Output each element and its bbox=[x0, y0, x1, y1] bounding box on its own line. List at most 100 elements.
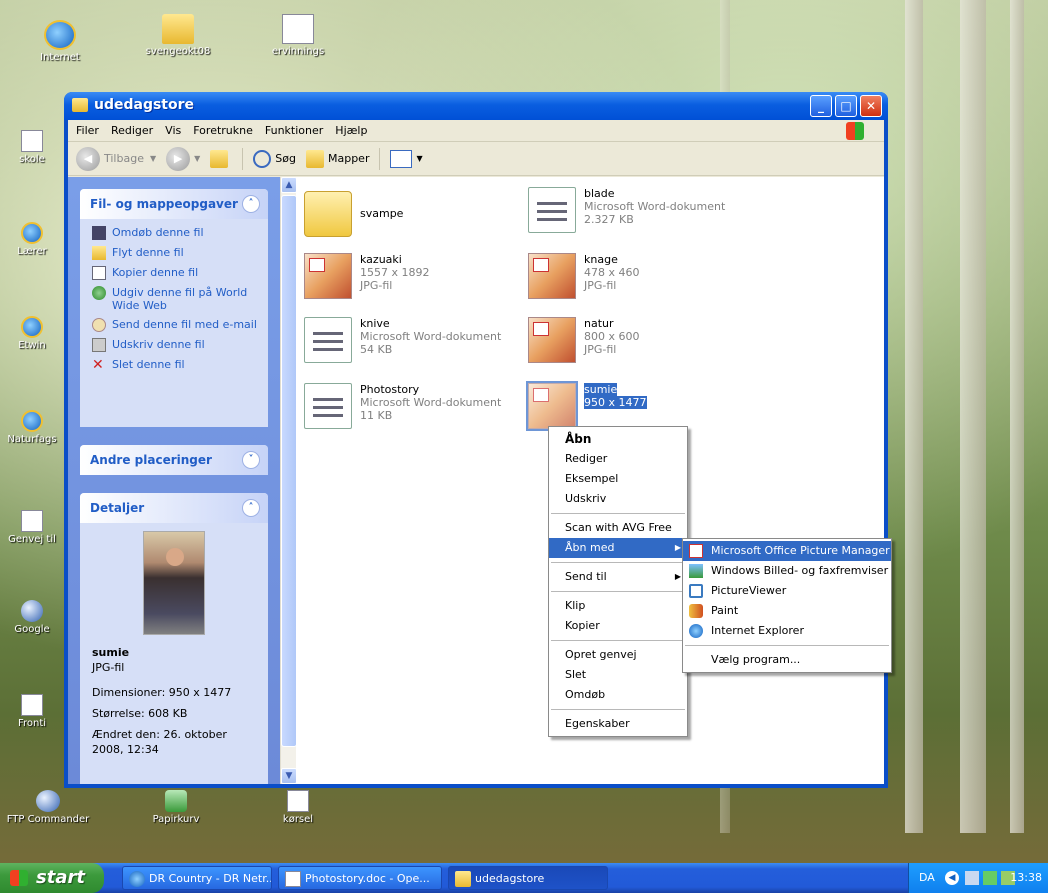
task-move[interactable]: Flyt denne fil bbox=[80, 243, 268, 263]
submenu-item-windows-viewer[interactable]: Windows Billed- og faxfremviser bbox=[683, 561, 891, 581]
file-item-selected[interactable]: sumie 950 x 1477 bbox=[526, 381, 647, 431]
scroll-thumb[interactable] bbox=[281, 195, 297, 747]
menu-item-send-to[interactable]: Send til ▶ bbox=[549, 567, 687, 587]
taskbar-item-photostory[interactable]: Photostory.doc - Ope... bbox=[278, 866, 442, 890]
toolbar-separator bbox=[242, 147, 244, 170]
content-area: Fil- og mappeopgaver ˄ Omdøb denne fil F… bbox=[68, 177, 884, 784]
menu-item-print[interactable]: Udskriv bbox=[549, 489, 687, 509]
submenu-arrow-icon: ▶ bbox=[674, 543, 681, 552]
views-button[interactable]: ▼ bbox=[390, 149, 423, 168]
maximize-button[interactable]: □ bbox=[835, 95, 857, 117]
submenu-item-choose-program[interactable]: Vælg program... bbox=[683, 650, 891, 670]
up-button[interactable] bbox=[210, 149, 232, 168]
desktop-icon-korsel[interactable]: kørsel bbox=[262, 790, 334, 825]
file-item[interactable]: svampe bbox=[304, 191, 403, 237]
submenu-item-pictureviewer[interactable]: PictureViewer bbox=[683, 581, 891, 601]
menu-item-delete[interactable]: Slet bbox=[549, 665, 687, 685]
taskbar-item-dr-country[interactable]: DR Country - DR Netr... bbox=[122, 866, 272, 890]
word-document-icon bbox=[528, 187, 576, 233]
file-name: blade bbox=[584, 187, 615, 200]
collapse-icon[interactable]: ˄ bbox=[242, 499, 260, 517]
menu-item-edit[interactable]: Rediger bbox=[549, 449, 687, 469]
file-name: svampe bbox=[360, 207, 404, 220]
menu-item-copy[interactable]: Kopier bbox=[549, 616, 687, 636]
start-button[interactable]: start bbox=[0, 863, 104, 893]
tray-app-icon[interactable] bbox=[965, 871, 979, 885]
desktop-icon-naturfag[interactable]: Naturfags bbox=[2, 410, 62, 445]
menu-item-scan-avg[interactable]: Scan with AVG Free bbox=[549, 518, 687, 538]
menu-funktioner[interactable]: Funktioner bbox=[265, 124, 323, 137]
desktop-icon-ftp-commander[interactable]: FTP Commander bbox=[6, 790, 90, 825]
file-item[interactable]: natur 800 x 600 JPG-fil bbox=[528, 317, 640, 363]
desktop-icon-laerer[interactable]: Lærer bbox=[2, 222, 62, 257]
minimize-button[interactable]: _ bbox=[810, 95, 832, 117]
task-rename[interactable]: Omdøb denne fil bbox=[80, 223, 268, 243]
desktop-icon-folder[interactable]: svengeokt08 bbox=[142, 14, 214, 57]
taskbar-item-udedagstore[interactable]: udedagstore bbox=[448, 866, 608, 890]
scroll-up-button[interactable]: ▲ bbox=[281, 177, 297, 193]
menu-item-open-with[interactable]: Åbn med ▶ bbox=[549, 538, 687, 558]
folders-button[interactable]: Mapper bbox=[305, 149, 369, 168]
clock[interactable]: 13:38 bbox=[1010, 863, 1042, 893]
close-button[interactable]: ✕ bbox=[860, 95, 882, 117]
menu-item-cut[interactable]: Klip bbox=[549, 596, 687, 616]
desktop-icon-google[interactable]: Google bbox=[2, 600, 62, 635]
folder-icon bbox=[72, 98, 88, 112]
back-arrow-icon: ◀ bbox=[76, 146, 100, 171]
pictureviewer-icon bbox=[689, 584, 703, 598]
desktop-icon-etwin[interactable]: Etwin bbox=[2, 316, 62, 351]
details-header[interactable]: Detaljer ˄ bbox=[80, 493, 268, 523]
task-print[interactable]: Udskriv denne fil bbox=[80, 335, 268, 355]
task-publish[interactable]: Udgiv denne fil på World Wide Web bbox=[80, 283, 268, 315]
task-pane: Fil- og mappeopgaver ˄ Omdøb denne fil F… bbox=[68, 177, 280, 784]
desktop-icon-skole[interactable]: skole bbox=[2, 130, 62, 165]
menu-vis[interactable]: Vis bbox=[165, 124, 181, 137]
file-item[interactable]: Photostory Microsoft Word-dokument 11 KB bbox=[304, 383, 501, 429]
file-tasks-header[interactable]: Fil- og mappeopgaver ˄ bbox=[80, 189, 268, 219]
expand-icon[interactable]: ˅ bbox=[242, 451, 260, 469]
task-delete[interactable]: ✕ Slet denne fil bbox=[80, 355, 268, 375]
file-item[interactable]: knive Microsoft Word-dokument 54 KB bbox=[304, 317, 501, 363]
menu-item-rename[interactable]: Omdøb bbox=[549, 685, 687, 705]
vertical-scrollbar[interactable]: ▲ ▼ bbox=[280, 177, 297, 784]
task-copy[interactable]: Kopier denne fil bbox=[80, 263, 268, 283]
context-menu: Åbn Rediger Eksempel Udskriv Scan with A… bbox=[548, 426, 688, 737]
chevron-left-icon[interactable]: ◀ bbox=[945, 871, 959, 885]
desktop-icon-document[interactable]: ervinnings bbox=[262, 14, 334, 57]
scroll-down-button[interactable]: ▼ bbox=[281, 768, 297, 784]
file-item[interactable]: kazuaki 1557 x 1892 JPG-fil bbox=[304, 253, 430, 299]
menu-item-preview[interactable]: Eksempel bbox=[549, 469, 687, 489]
folder-icon bbox=[162, 14, 194, 44]
menu-foretrukne[interactable]: Foretrukne bbox=[193, 124, 253, 137]
shortcut-icon bbox=[21, 316, 43, 338]
collapse-icon[interactable]: ˄ bbox=[242, 195, 260, 213]
task-email[interactable]: Send denne fil med e-mail bbox=[80, 315, 268, 335]
back-button[interactable]: ◀ Tilbage ▼ bbox=[76, 146, 156, 171]
search-button[interactable]: Søg bbox=[253, 149, 296, 168]
file-name: Photostory bbox=[360, 383, 420, 396]
toolbar-separator bbox=[379, 147, 381, 170]
submenu-item-paint[interactable]: Paint bbox=[683, 601, 891, 621]
file-item[interactable]: blade Microsoft Word-dokument 2.327 KB bbox=[528, 187, 725, 233]
submenu-item-internet-explorer[interactable]: Internet Explorer bbox=[683, 621, 891, 641]
menu-item-open[interactable]: Åbn bbox=[549, 429, 687, 449]
menu-separator bbox=[551, 709, 685, 710]
desktop-icon-recycle-bin[interactable]: Papirkurv bbox=[140, 790, 212, 825]
desktop-icon-internet[interactable]: Internet bbox=[24, 20, 96, 63]
desktop-icon-fronti[interactable]: Fronti bbox=[2, 694, 62, 729]
language-indicator[interactable]: DA bbox=[919, 863, 935, 893]
submenu-item-picture-manager[interactable]: Microsoft Office Picture Manager bbox=[683, 541, 891, 561]
other-places-header[interactable]: Andre placeringer ˅ bbox=[80, 445, 268, 475]
menu-item-create-shortcut[interactable]: Opret genvej bbox=[549, 645, 687, 665]
menu-hjaelp[interactable]: Hjælp bbox=[335, 124, 367, 137]
file-item[interactable]: knage 478 x 460 JPG-fil bbox=[528, 253, 640, 299]
desktop-icon-genvej[interactable]: Genvej til bbox=[2, 510, 62, 545]
forward-button[interactable]: ▶ ▼ bbox=[166, 146, 200, 171]
menu-item-properties[interactable]: Egenskaber bbox=[549, 714, 687, 734]
title-bar[interactable]: udedagstore _ □ ✕ bbox=[64, 92, 888, 120]
delete-icon: ✕ bbox=[92, 357, 104, 373]
menu-filer[interactable]: Filer bbox=[76, 124, 99, 137]
menu-rediger[interactable]: Rediger bbox=[111, 124, 153, 137]
network-icon[interactable] bbox=[983, 871, 997, 885]
folder-icon bbox=[304, 191, 352, 237]
